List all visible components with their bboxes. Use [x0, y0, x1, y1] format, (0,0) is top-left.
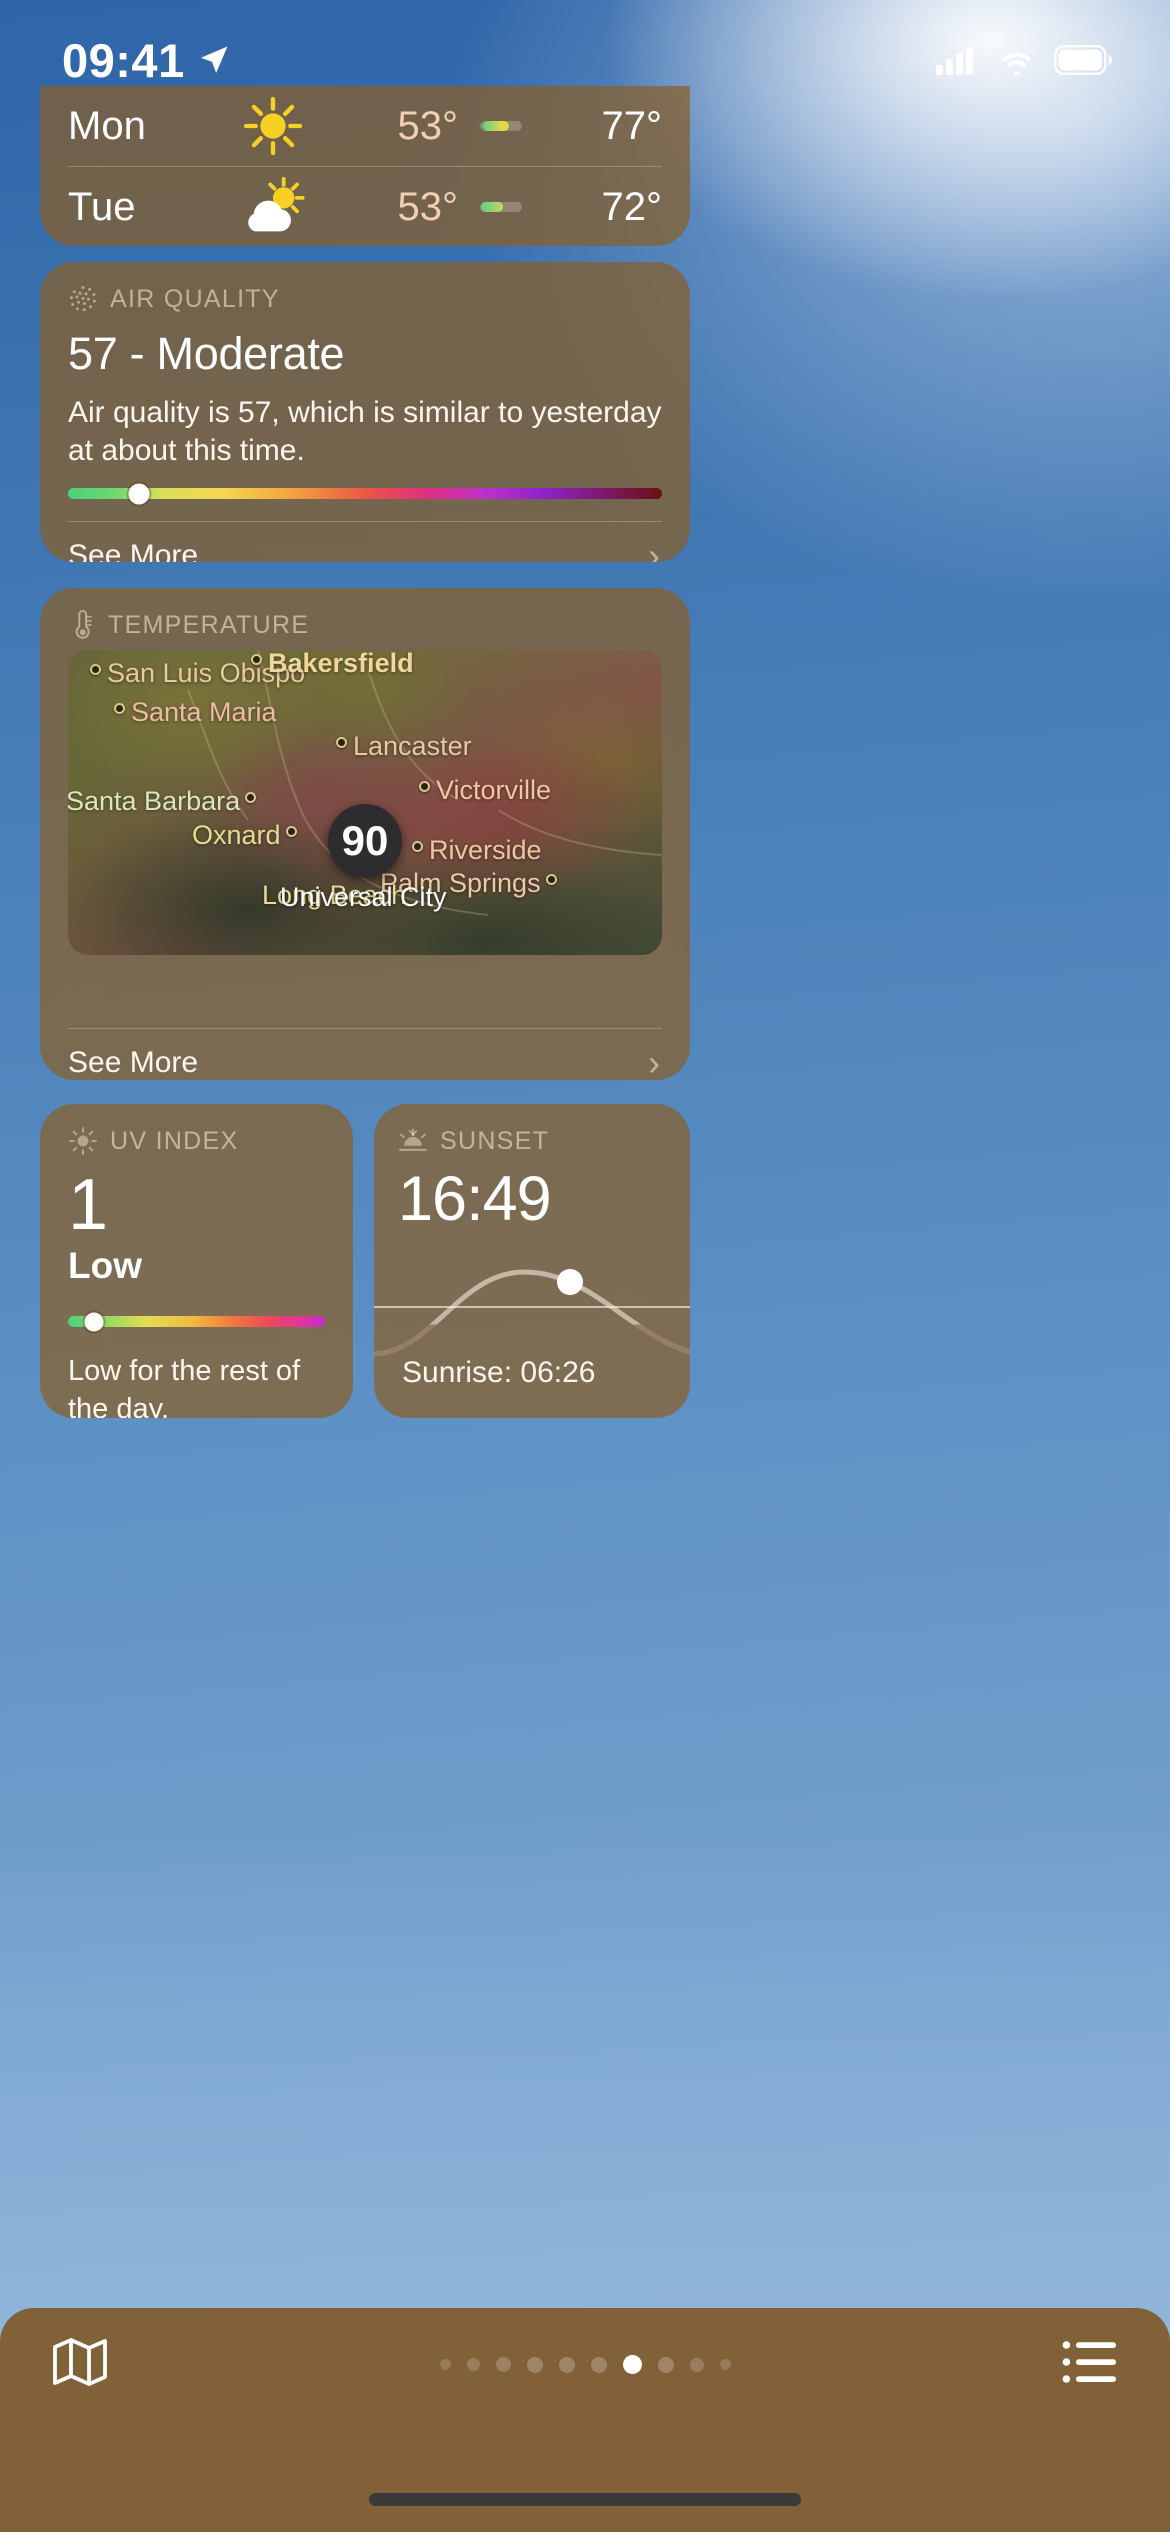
- status-bar: 09:41: [0, 0, 1170, 120]
- forecast-row-tue[interactable]: Tue 53° 72°: [40, 167, 690, 246]
- page-dot[interactable]: [657, 2356, 674, 2373]
- home-indicator: [369, 2493, 801, 2506]
- chevron-right-icon: ›: [648, 535, 660, 562]
- map-city-dot: [336, 737, 347, 748]
- aqi-dots-icon: [69, 286, 96, 312]
- sunset-card[interactable]: SUNSET 16:49 Sunrise: 06:26: [374, 1104, 690, 1418]
- air-quality-see-more[interactable]: See More ›: [40, 522, 690, 562]
- page-dot-active[interactable]: [622, 2355, 642, 2374]
- cellular-signal-icon: [936, 47, 973, 75]
- list-icon: [1062, 2341, 1116, 2383]
- air-quality-header: AIR QUALITY: [40, 262, 690, 314]
- sun-uv-icon: [69, 1127, 97, 1155]
- temperature-map-card[interactable]: TEMPERATURE San Luis Obispo Bakersfield …: [40, 588, 690, 1080]
- page-dot[interactable]: [590, 2356, 607, 2373]
- map-city-dot: [412, 841, 423, 852]
- map-city-lancaster: Lancaster: [336, 731, 472, 762]
- chevron-right-icon: ›: [648, 1042, 660, 1081]
- temperature-see-more[interactable]: See More ›: [40, 1029, 690, 1081]
- air-quality-description: Air quality is 57, which is similar to y…: [68, 396, 662, 468]
- uv-index-label: UV INDEX: [110, 1126, 239, 1155]
- uv-index-level: Low: [68, 1244, 142, 1286]
- map-city-santa-barbara: Santa Barbara: [68, 786, 257, 817]
- sunset-label: SUNSET: [440, 1126, 550, 1155]
- map-city-dot: [419, 781, 430, 792]
- sunrise-label: Sunrise: 06:26: [402, 1356, 596, 1389]
- status-bar-left: 09:41: [62, 37, 231, 84]
- page-dot[interactable]: [689, 2357, 704, 2372]
- tab-bar: [0, 2308, 1170, 2532]
- air-quality-card[interactable]: AIR QUALITY 57 - Moderate Air quality is…: [40, 262, 690, 562]
- map-city-bakersfield: Bakersfield: [251, 650, 414, 679]
- air-quality-scale: [40, 470, 690, 505]
- map-city-victorville: Victorville: [419, 775, 551, 806]
- map-city-santa-maria: Santa Maria: [114, 697, 277, 728]
- uv-index-footnote: Low for the rest of the day.: [68, 1355, 301, 1418]
- sunset-header: SUNSET: [374, 1104, 690, 1156]
- status-bar-right: [936, 45, 1112, 75]
- map-city-oxnard: Oxnard: [192, 820, 297, 851]
- sun-marker: [557, 1269, 583, 1295]
- temperature-header: TEMPERATURE: [40, 588, 690, 640]
- uv-index-value: 1: [68, 1165, 108, 1245]
- map-city-dot: [114, 703, 125, 714]
- sun-path-above: [374, 1269, 690, 1357]
- forecast-high-temp: 72°: [601, 184, 663, 229]
- status-bar-clock: 09:41: [62, 33, 185, 87]
- page-dot[interactable]: [526, 2356, 543, 2373]
- list-button[interactable]: [1062, 2339, 1118, 2390]
- map-button[interactable]: [52, 2336, 108, 2393]
- forecast-temp-range-bar: [458, 121, 544, 131]
- forecast-low-temp: 53°: [397, 184, 459, 229]
- wifi-icon: [1003, 52, 1031, 75]
- page-dots[interactable]: [439, 2355, 731, 2374]
- map-city-riverside: Riverside: [412, 835, 542, 866]
- page-dot[interactable]: [466, 2358, 480, 2371]
- current-temperature-badge[interactable]: 90: [328, 804, 402, 878]
- battery-icon: [1054, 45, 1112, 75]
- thermometer-icon: [75, 610, 92, 639]
- map-city-dot: [90, 664, 101, 675]
- sunset-time: 16:49: [398, 1164, 552, 1234]
- page-dot[interactable]: [558, 2356, 575, 2373]
- temperature-label: TEMPERATURE: [108, 610, 310, 639]
- air-quality-scale-marker: [128, 483, 150, 505]
- air-quality-label: AIR QUALITY: [110, 284, 280, 313]
- air-quality-value: 57 - Moderate: [68, 328, 345, 379]
- see-more-label: See More: [68, 539, 199, 562]
- forecast-temp-range-fill: [483, 121, 510, 131]
- map-city-dot: [285, 826, 297, 837]
- forecast-temp-range-fill: [481, 202, 504, 212]
- page-dot[interactable]: [495, 2357, 511, 2372]
- map-city-dot: [545, 874, 557, 885]
- forecast-day-label: Tue: [68, 184, 136, 229]
- uv-index-scale-marker: [84, 1312, 104, 1332]
- map-city-dot: [245, 792, 257, 803]
- see-more-label: See More: [68, 1046, 199, 1079]
- sun-arc-graph: [374, 1269, 690, 1357]
- uv-index-scale: [40, 1286, 353, 1332]
- sunset-icon: [399, 1128, 427, 1151]
- page-dot[interactable]: [439, 2359, 451, 2370]
- sun-cloud-icon: [218, 176, 328, 238]
- uv-index-card[interactable]: UV INDEX 1 Low Low for the rest of the d…: [40, 1104, 353, 1418]
- location-arrow-icon: [200, 46, 228, 74]
- page-dot[interactable]: [719, 2359, 731, 2370]
- uv-index-header: UV INDEX: [40, 1104, 353, 1156]
- map-city-universal-city: Universal City: [280, 882, 447, 912]
- map-city-dot: [251, 654, 262, 665]
- temperature-map[interactable]: San Luis Obispo Bakersfield Santa Maria …: [68, 650, 662, 955]
- map-icon: [53, 2338, 107, 2386]
- forecast-temp-range-bar: [458, 202, 544, 212]
- sun-path-below: [374, 1272, 690, 1354]
